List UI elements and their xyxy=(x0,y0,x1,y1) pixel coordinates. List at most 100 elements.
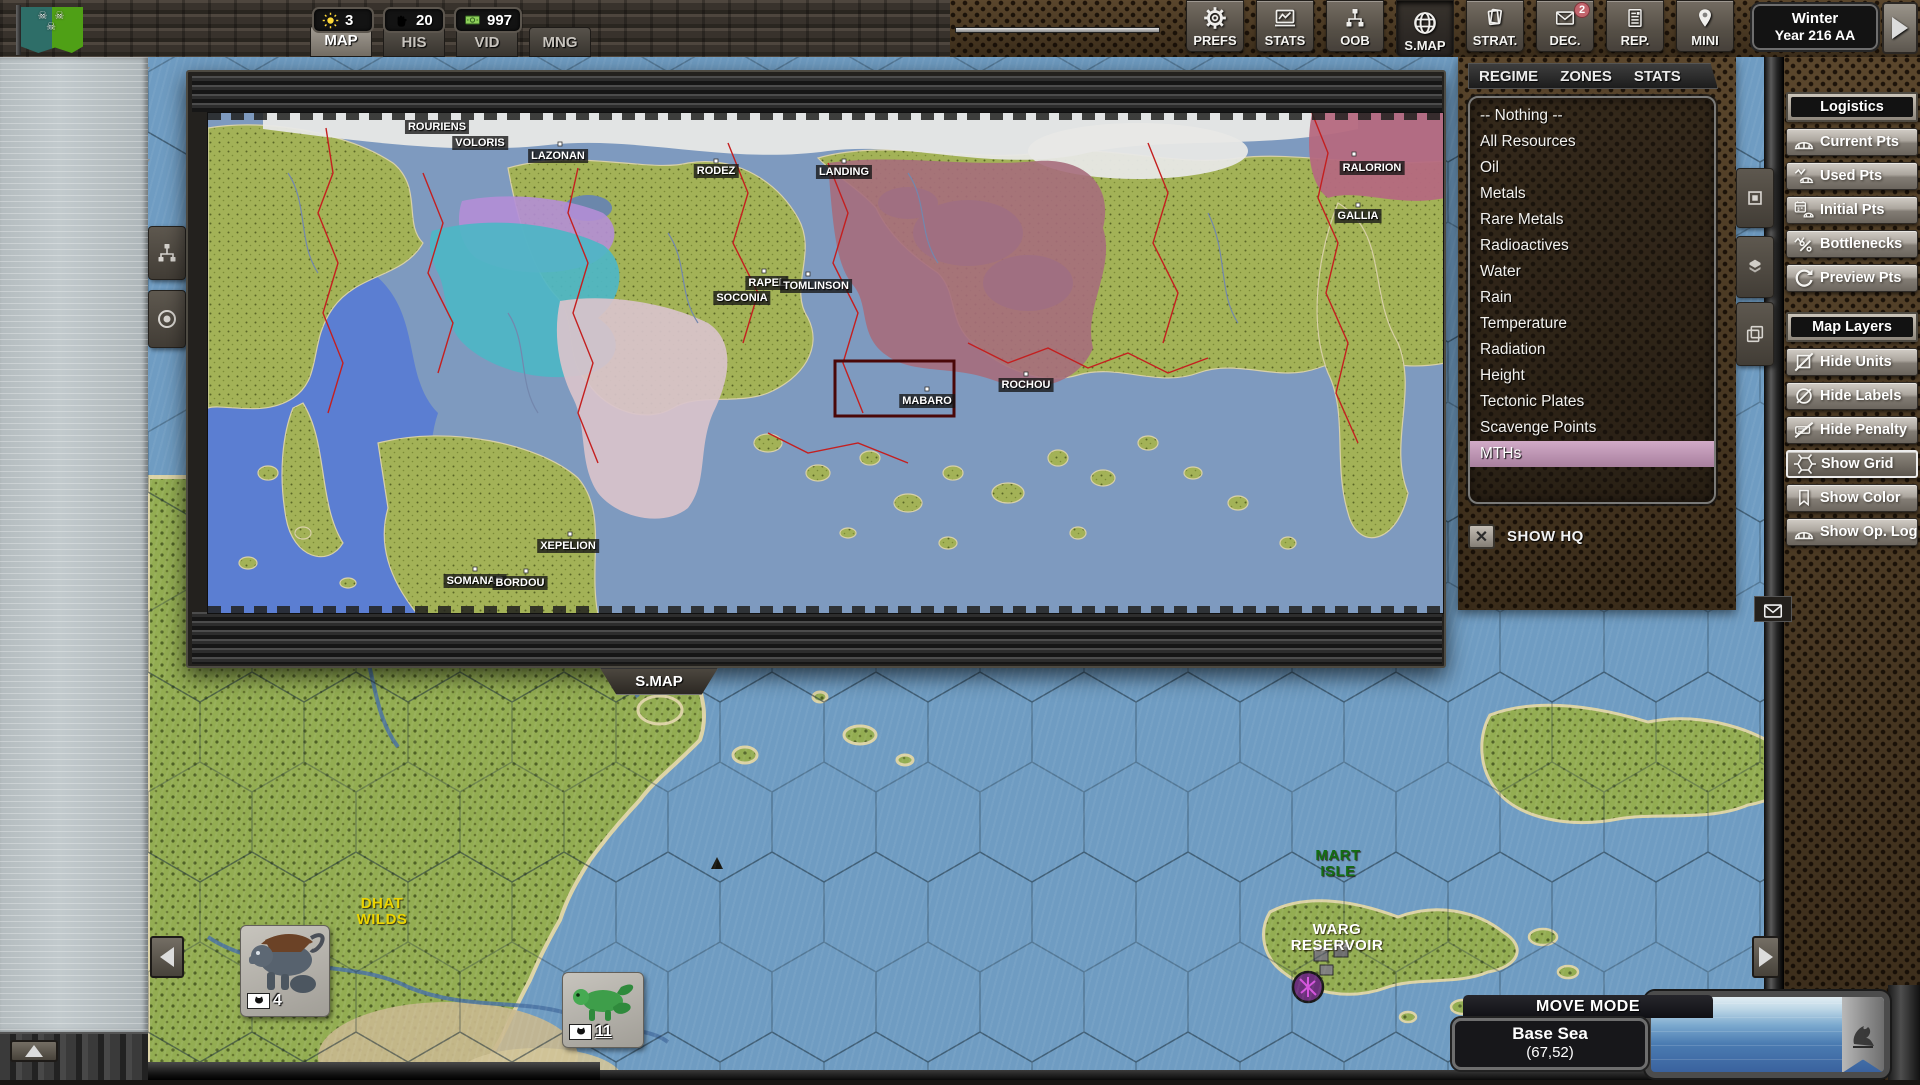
layer-option[interactable]: All Resources xyxy=(1470,129,1714,155)
notification-badge: 2 xyxy=(1574,2,1590,18)
nav-button[interactable]: S.MAP xyxy=(1396,0,1454,57)
resource-value: 997 xyxy=(487,12,512,29)
logistics-button-icon xyxy=(1793,131,1815,153)
beast-unit[interactable]: 4 xyxy=(240,925,330,1017)
unit-count: 11 xyxy=(595,1023,612,1041)
place-label: BORDOU xyxy=(493,576,548,590)
layer-option[interactable]: Tectonic Plates xyxy=(1470,389,1714,415)
layer-option[interactable]: Temperature xyxy=(1470,311,1714,337)
logistics-button[interactable]: Used Pts xyxy=(1786,162,1918,190)
layer-option[interactable]: -- Nothing -- xyxy=(1470,103,1714,129)
logistics-button[interactable]: Current Pts xyxy=(1786,128,1918,156)
resource-value: 3 xyxy=(345,12,353,29)
map-side-tab[interactable] xyxy=(1736,168,1774,228)
nav-button[interactable]: STATS xyxy=(1256,0,1314,52)
region-label: MART ISLE xyxy=(1315,848,1360,880)
nav-button[interactable]: STRAT. xyxy=(1466,0,1524,52)
view-tab[interactable]: MNG xyxy=(529,27,591,57)
layer-option[interactable]: Metals xyxy=(1470,181,1714,207)
location-plate: Base Sea (67,52) xyxy=(1452,1018,1648,1070)
map-layer-button[interactable]: Hide Units xyxy=(1786,348,1918,376)
nav-button-icon xyxy=(1411,9,1439,37)
show-hq-checkbox[interactable]: ✕ xyxy=(1468,524,1495,549)
layer-option[interactable]: Water xyxy=(1470,259,1714,285)
scroll-up-button[interactable] xyxy=(10,1040,58,1062)
place-label: RODEZ xyxy=(694,164,739,178)
nav-button-icon xyxy=(1624,5,1646,31)
turn-display: Winter Year 216 AA xyxy=(1752,4,1878,50)
nav-button-icon xyxy=(1343,6,1367,30)
logistics-buttons: Current Pts Used Pts Initial Pts Bottlen… xyxy=(1786,128,1918,292)
map-layer-button-icon xyxy=(1793,452,1817,476)
logistics-button[interactable]: Initial Pts xyxy=(1786,196,1918,224)
layer-option[interactable]: Scavenge Points xyxy=(1470,415,1714,441)
panel-tab[interactable]: REGIME xyxy=(1479,68,1538,85)
map-edge-perforation xyxy=(208,113,1444,120)
layer-option[interactable]: Radiation xyxy=(1470,337,1714,363)
place-label: SOCONIA xyxy=(713,291,770,305)
map-layer-button[interactable]: Show Op. Log xyxy=(1786,518,1918,546)
map-side-tab[interactable] xyxy=(148,226,186,280)
map-side-tab[interactable] xyxy=(1736,236,1774,298)
layer-option[interactable]: Height xyxy=(1470,363,1714,389)
map-layers-header: Map Layers xyxy=(1786,312,1918,342)
panel-tab[interactable]: ZONES xyxy=(1560,68,1612,85)
left-arrow-icon xyxy=(160,947,174,967)
up-arrow-icon xyxy=(25,1045,43,1057)
region-label: DHAT WILDS xyxy=(357,896,408,928)
layer-option[interactable]: MTHs xyxy=(1470,441,1714,467)
panel-tab[interactable]: STATS xyxy=(1634,68,1681,85)
skull-icons: ☠ ☠☠ xyxy=(26,11,78,33)
world-terrain xyxy=(208,113,1444,614)
lizard-unit[interactable]: 11 xyxy=(562,972,644,1048)
nav-button[interactable]: MINI xyxy=(1676,0,1734,52)
play-icon xyxy=(1892,17,1908,39)
map-side-tab[interactable] xyxy=(1736,302,1774,366)
unit-type-badge xyxy=(247,993,270,1009)
layer-option[interactable]: Rare Metals xyxy=(1470,207,1714,233)
place-label: LAZONAN xyxy=(528,149,588,163)
layer-option[interactable]: Rain xyxy=(1470,285,1714,311)
resource-chip[interactable]: 997 xyxy=(454,7,522,33)
faction-flag[interactable]: ☠ ☠☠ xyxy=(16,5,88,55)
map-layer-button[interactable]: Show Color xyxy=(1786,484,1918,512)
layer-option[interactable]: Oil xyxy=(1470,155,1714,181)
end-turn-button[interactable] xyxy=(1882,2,1918,54)
silver-pipe xyxy=(955,27,1160,33)
scroll-right-button[interactable] xyxy=(1752,936,1780,978)
strategic-world-map[interactable]: ROURIENS VOLORIS LAZONAN RODEZ LANDING R… xyxy=(207,112,1444,614)
strategic-map-window[interactable]: ROURIENS VOLORIS LAZONAN RODEZ LANDING R… xyxy=(186,70,1446,668)
map-layer-button[interactable]: Hide Labels xyxy=(1786,382,1918,410)
window-blinds-top xyxy=(192,76,1442,112)
place-label: LANDING xyxy=(816,165,872,179)
left-stats-sidebar xyxy=(0,57,148,1032)
logistics-button[interactable]: Bottlenecks xyxy=(1786,230,1918,258)
place-label: GALLIA xyxy=(1335,209,1382,223)
nav-buttons: PREFS STATS OOB S.MAP STRAT. DEC. xyxy=(1186,0,1734,57)
message-button[interactable] xyxy=(1754,596,1792,622)
logistics-button[interactable]: Preview Pts xyxy=(1786,264,1918,292)
nav-button[interactable]: OOB xyxy=(1326,0,1384,52)
envelope-icon xyxy=(1762,600,1784,618)
resource-chips: 3 20 997 xyxy=(312,7,522,33)
layer-option[interactable]: Radioactives xyxy=(1470,233,1714,259)
map-layer-button[interactable]: Show Grid xyxy=(1786,450,1918,478)
map-layer-button[interactable]: Hide Penalty xyxy=(1786,416,1918,444)
nav-button-icon xyxy=(1483,5,1507,31)
map-side-tab[interactable] xyxy=(148,290,186,348)
side-tab-icon xyxy=(1744,256,1766,278)
resource-chip[interactable]: 3 xyxy=(312,7,374,33)
nav-button[interactable]: REP. xyxy=(1606,0,1664,52)
map-layer-button-icon xyxy=(1793,521,1815,543)
place-label: TOMLINSON xyxy=(780,279,852,293)
nav-button[interactable]: DEC. 2 xyxy=(1536,0,1594,52)
nav-button[interactable]: PREFS xyxy=(1186,0,1244,52)
bottom-right-pipe xyxy=(1888,985,1920,1080)
resource-chip[interactable]: 20 xyxy=(383,7,445,33)
smap-window-tab[interactable]: S.MAP xyxy=(600,668,718,695)
show-hq-label: SHOW HQ xyxy=(1507,528,1584,545)
side-tab-icon xyxy=(1744,323,1766,345)
place-label: ROCHOU xyxy=(999,378,1054,392)
place-label: XEPELION xyxy=(537,539,599,553)
scroll-left-button[interactable] xyxy=(150,936,184,978)
